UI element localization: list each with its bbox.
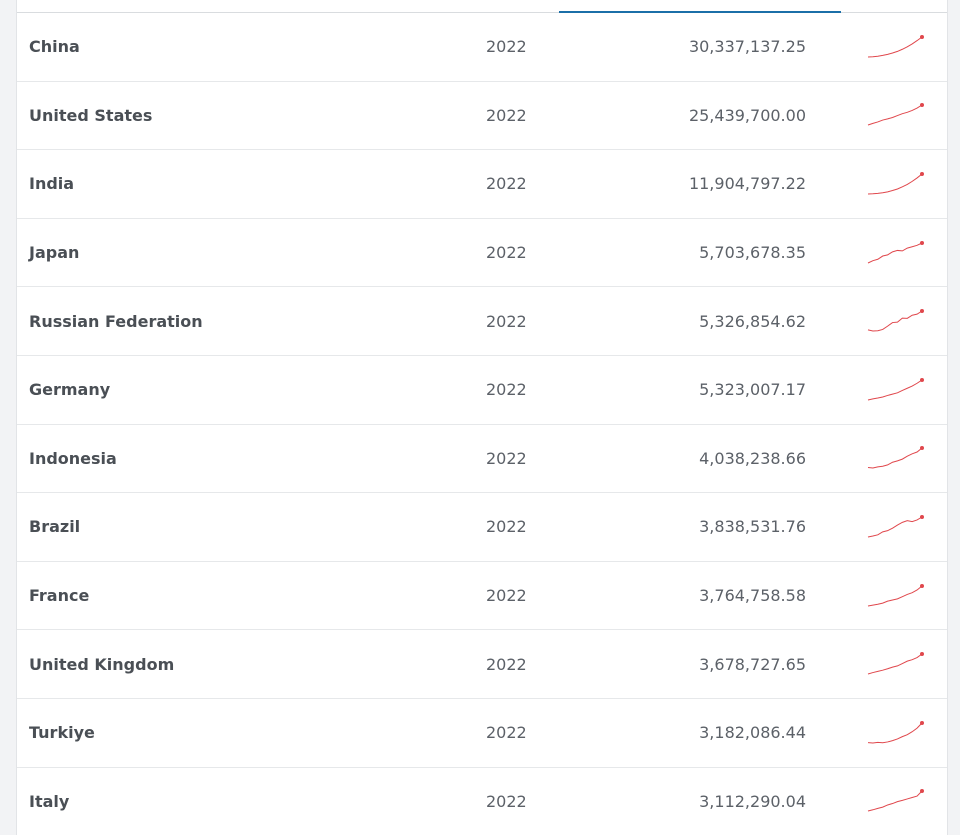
year-cell: 2022 [486, 723, 527, 743]
table-row[interactable]: France 2022 3,764,758.58 [17, 562, 947, 631]
sparkline-icon [867, 34, 924, 58]
year-cell: 2022 [486, 105, 527, 125]
table-row[interactable]: United Kingdom 2022 3,678,727.65 [17, 630, 947, 699]
sparkline-end-dot [920, 652, 924, 657]
trend-sparkline[interactable] [865, 82, 929, 150]
value-cell: 4,038,238.66 [699, 448, 806, 468]
sparkline-end-dot [920, 103, 924, 108]
year-cell: 2022 [486, 791, 527, 811]
table-row[interactable]: Germany 2022 5,323,007.17 [17, 356, 947, 425]
country-name-link[interactable]: Italy [29, 768, 69, 835]
sparkline-icon [867, 171, 924, 195]
year-cell: 2022 [486, 517, 527, 537]
data-table-panel: China 2022 30,337,137.25 United States 2022 2… [16, 0, 948, 835]
sparkline-end-dot [920, 789, 924, 794]
value-cell: 30,337,137.25 [688, 37, 806, 57]
sparkline-line [867, 310, 923, 332]
sparkline-line [867, 242, 923, 264]
table-row[interactable]: China 2022 30,337,137.25 [17, 13, 947, 82]
year-cell: 2022 [486, 311, 527, 331]
year-cell: 2022 [486, 380, 527, 400]
year-cell: 2022 [486, 654, 527, 674]
sparkline-line [867, 173, 923, 195]
year-cell: 2022 [486, 586, 527, 606]
table-row[interactable]: Japan 2022 5,703,678.35 [17, 219, 947, 288]
sparkline-icon [867, 446, 924, 469]
year-cell: 2022 [486, 448, 527, 468]
sparkline-line [867, 104, 923, 126]
sparkline-icon [867, 652, 924, 675]
table-row[interactable]: Brazil 2022 3,838,531.76 [17, 493, 947, 562]
value-cell: 3,112,290.04 [699, 791, 806, 811]
country-table: China 2022 30,337,137.25 United States 2022 2… [17, 13, 947, 835]
sparkline-line [867, 790, 923, 812]
trend-sparkline[interactable] [865, 493, 929, 561]
year-cell: 2022 [486, 174, 527, 194]
sparkline-line [867, 653, 923, 675]
value-cell: 5,323,007.17 [699, 380, 806, 400]
sparkline-line [867, 722, 923, 744]
trend-sparkline[interactable] [865, 562, 929, 630]
table-row[interactable]: Turkiye 2022 3,182,086.44 [17, 699, 947, 768]
table-row[interactable]: United States 2022 25,439,700.00 [17, 82, 947, 151]
country-name-link[interactable]: India [29, 150, 74, 218]
sparkline-end-dot [920, 171, 924, 176]
trend-sparkline[interactable] [865, 699, 929, 767]
country-name-link[interactable]: Turkiye [29, 699, 95, 767]
trend-sparkline[interactable] [865, 13, 929, 81]
sparkline-end-dot [920, 377, 924, 382]
sparkline-end-dot [920, 583, 924, 588]
sparkline-end-dot [920, 514, 924, 519]
value-cell: 3,764,758.58 [699, 586, 806, 606]
country-name-link[interactable]: Japan [29, 219, 79, 287]
country-name-link[interactable]: Germany [29, 356, 110, 424]
trend-sparkline[interactable] [865, 630, 929, 698]
sparkline-end-dot [920, 34, 924, 39]
sparkline-end-dot [920, 240, 924, 245]
sparkline-line [867, 447, 923, 469]
country-name-link[interactable]: France [29, 562, 89, 630]
sparkline-icon [867, 583, 924, 607]
sparkline-icon [867, 309, 924, 332]
country-name-link[interactable]: Brazil [29, 493, 80, 561]
trend-sparkline[interactable] [865, 219, 929, 287]
country-name-link[interactable]: China [29, 13, 80, 81]
table-row[interactable]: Indonesia 2022 4,038,238.66 [17, 425, 947, 494]
trend-sparkline[interactable] [865, 356, 929, 424]
sparkline-line [867, 516, 923, 538]
table-row[interactable]: Russian Federation 2022 5,326,854.62 [17, 287, 947, 356]
trend-sparkline[interactable] [865, 287, 929, 355]
trend-sparkline[interactable] [865, 425, 929, 493]
country-name-link[interactable]: United States [29, 82, 152, 150]
table-row[interactable]: Italy 2022 3,112,290.04 [17, 768, 947, 835]
sparkline-icon [867, 514, 924, 538]
trend-sparkline[interactable] [865, 150, 929, 218]
sparkline-end-dot [920, 446, 924, 451]
value-cell: 3,678,727.65 [699, 654, 806, 674]
country-name-link[interactable]: Russian Federation [29, 287, 203, 355]
trend-sparkline[interactable] [865, 768, 929, 835]
sparkline-icon [867, 103, 924, 126]
country-name-link[interactable]: Indonesia [29, 425, 117, 493]
sparkline-icon [867, 720, 924, 744]
sparkline-line [867, 36, 923, 58]
table-row[interactable]: India 2022 11,904,797.22 [17, 150, 947, 219]
year-cell: 2022 [486, 37, 527, 57]
sparkline-icon [867, 789, 924, 812]
sparkline-end-dot [920, 720, 924, 725]
sparkline-icon [867, 240, 924, 264]
sparkline-icon [867, 377, 924, 401]
value-cell: 5,326,854.62 [699, 311, 806, 331]
year-cell: 2022 [486, 243, 527, 263]
value-cell: 11,904,797.22 [688, 174, 806, 194]
sparkline-line [867, 379, 923, 401]
value-cell: 5,703,678.35 [699, 243, 806, 263]
value-cell: 3,838,531.76 [699, 517, 806, 537]
country-name-link[interactable]: United Kingdom [29, 630, 174, 698]
value-cell: 25,439,700.00 [688, 105, 806, 125]
sparkline-end-dot [920, 309, 924, 314]
sparkline-line [867, 585, 923, 607]
value-cell: 3,182,086.44 [699, 723, 806, 743]
